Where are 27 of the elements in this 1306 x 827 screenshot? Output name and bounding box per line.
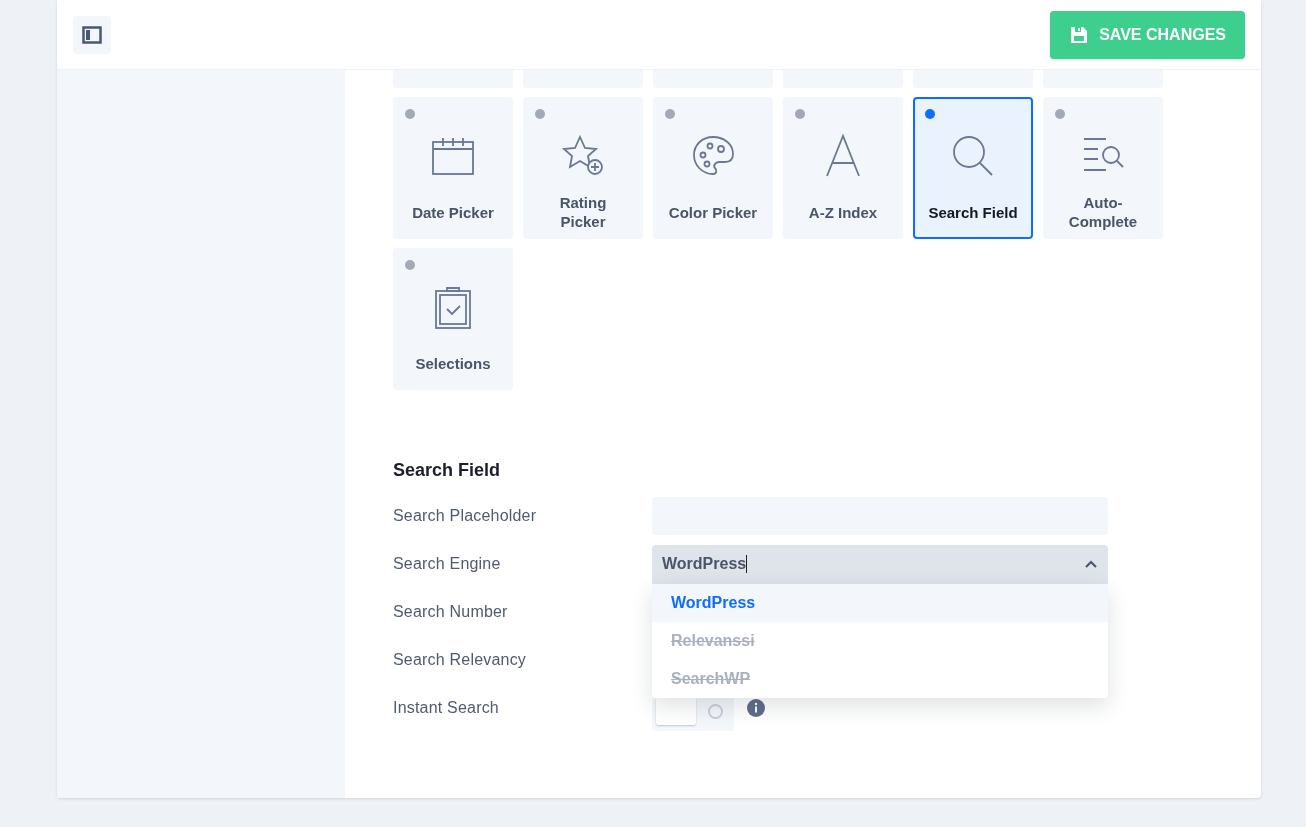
widget-tile[interactable]: Auto-Complete <box>1043 97 1163 239</box>
status-dot <box>1055 109 1065 119</box>
sidebar-toggle-button[interactable] <box>73 15 111 54</box>
sidebar-icon <box>82 25 102 44</box>
section-title: Search Field <box>393 460 502 481</box>
status-dot <box>925 109 935 119</box>
widget-tile[interactable]: Search Field <box>913 97 1033 239</box>
dropdown-option[interactable]: WordPress <box>652 583 1108 622</box>
toggle-switch[interactable] <box>652 697 734 731</box>
field-label: Search Engine <box>393 555 502 573</box>
widget-tile[interactable]: Date Picker <box>393 97 513 239</box>
field-label: Search Number <box>393 603 509 621</box>
widget-tile[interactable]: Color Picker <box>653 97 773 239</box>
status-dot <box>405 109 415 119</box>
field-label: Search Relevancy <box>393 651 528 669</box>
status-dot <box>795 109 805 119</box>
field-label: Instant Search <box>393 699 500 717</box>
status-dot <box>665 109 675 119</box>
status-dot <box>405 260 415 270</box>
search-engine-dropdown[interactable]: WordPress <box>652 544 1108 584</box>
status-dot <box>535 109 545 119</box>
info-icon[interactable] <box>746 698 766 718</box>
field-label: Search Placeholder <box>393 507 538 525</box>
widget-tile[interactable]: Selections <box>393 248 513 390</box>
widget-tile[interactable]: Rating Picker <box>523 97 643 239</box>
widget-tile[interactable]: A-Z Index <box>783 97 903 239</box>
caret-icon <box>1084 559 1098 569</box>
